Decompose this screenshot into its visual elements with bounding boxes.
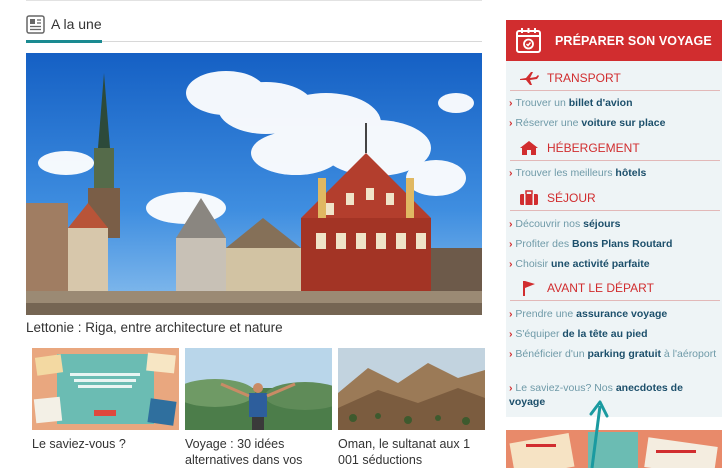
link-voiture[interactable]: › Réserver une voiture sur place [509,116,719,130]
link-bons-plans[interactable]: › Profiter des Bons Plans Routard [509,237,719,251]
link-hotels[interactable]: › Trouver les meilleurs hôtels [509,166,719,180]
divider [510,90,720,91]
hero-image[interactable] [26,53,482,315]
link-equipement[interactable]: › S'équiper de la tête au pied [509,327,719,341]
thumbnail-oman[interactable] [338,348,485,430]
divider [26,0,482,1]
calendar-icon [515,27,542,54]
thumbnail-caption[interactable]: Le saviez-vous ? [32,436,179,452]
category-transport: TRANSPORT [506,67,722,89]
section-title: A la une [51,16,102,32]
divider [510,300,720,301]
link-assurance[interactable]: › Prendre une assurance voyage [509,307,719,321]
newspaper-icon [26,14,45,34]
promo-banner[interactable] [506,430,722,468]
panel-title: PRÉPARER SON VOYAGE [555,33,712,48]
flag-icon [519,280,539,296]
divider [510,160,720,161]
section-title-underline [26,40,102,43]
prepare-trip-panel: PRÉPARER SON VOYAGE TRANSPORT › Trouver … [506,20,722,417]
plane-icon [519,70,539,86]
link-billet-avion[interactable]: › Trouver un billet d'avion [509,96,719,110]
thumbnail-voyage-idees[interactable] [185,348,332,430]
category-avant-depart: AVANT LE DÉPART [506,277,722,299]
section-header: A la une [26,9,102,39]
category-sejour: SÉJOUR [506,187,722,209]
link-anecdotes[interactable]: › Le saviez-vous? Nos anecdotes de voyag… [509,381,719,409]
link-sejours[interactable]: › Découvrir nos séjours [509,217,719,231]
thumbnail-caption[interactable]: Oman, le sultanat aux 1 001 séductions [338,436,485,468]
divider [510,210,720,211]
link-parking[interactable]: › Bénéficier d'un parking gratuit à l'aé… [509,347,719,361]
hero-caption[interactable]: Lettonie : Riga, entre architecture et n… [26,320,283,335]
category-hebergement: HÉBERGEMENT [506,137,722,159]
featured-section: A la une Lettonie: Riga, entre architec… [26,0,485,468]
panel-header: PRÉPARER SON VOYAGE [506,20,722,61]
link-activite[interactable]: › Choisir une activité parfaite [509,257,719,271]
thumbnail-caption[interactable]: Voyage : 30 idées alternatives dans vos [185,436,332,468]
house-icon [519,140,539,156]
thumbnail-le-saviez-vous[interactable] [32,348,179,430]
suitcase-icon [519,190,539,206]
